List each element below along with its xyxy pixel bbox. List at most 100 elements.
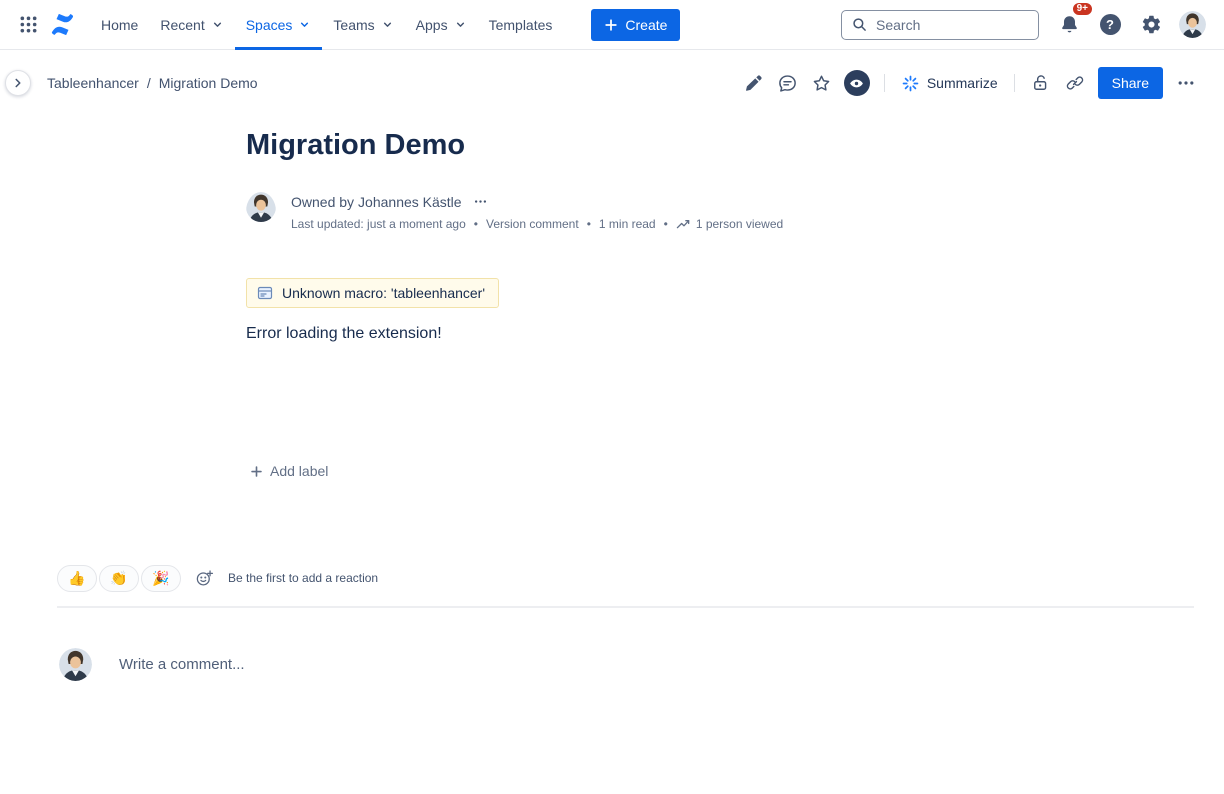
reaction-clap-button[interactable]: 👏 — [99, 565, 139, 592]
meta-dot: • — [587, 217, 591, 231]
nav-item-label: Teams — [333, 17, 374, 33]
nav-item-home[interactable]: Home — [90, 0, 149, 50]
star-icon — [811, 73, 832, 94]
party-popper-emoji: 🎉 — [152, 570, 169, 587]
people-viewed-link[interactable]: 1 person viewed — [696, 217, 783, 231]
sparkle-icon — [901, 74, 920, 93]
page-title: Migration Demo — [246, 127, 1008, 163]
page-header-bar: Tableenhancer / Migration Demo — [0, 61, 1224, 105]
read-time-text: 1 min read — [599, 217, 656, 231]
owned-by-label: Owned by — [291, 194, 354, 210]
app-grid-icon — [19, 15, 38, 34]
page-actions: Summarize Share — [738, 67, 1202, 99]
extension-error-text: Error loading the extension! — [246, 325, 1008, 343]
restrictions-button[interactable] — [1025, 67, 1057, 99]
nav-item-label: Templates — [489, 17, 553, 33]
help-icon: ? — [1100, 14, 1121, 35]
unknown-macro-placeholder: Unknown macro: 'tableenhancer' — [246, 278, 499, 308]
star-button[interactable] — [806, 67, 838, 99]
top-navigation: Home Recent Spaces Teams Apps Templates … — [0, 0, 1224, 50]
analytics-trend-icon — [676, 216, 691, 231]
bell-icon — [1059, 14, 1080, 35]
chevron-down-icon — [298, 18, 311, 31]
breadcrumb-separator: / — [147, 75, 151, 91]
notifications-button[interactable]: 9+ — [1053, 9, 1085, 41]
topnav-right-cluster: 9+ ? — [1053, 9, 1208, 41]
more-actions-button[interactable] — [1170, 67, 1202, 99]
byline-meta-line: Last updated: just a moment ago • Versio… — [291, 216, 783, 231]
vertical-divider — [884, 74, 885, 92]
byline-text: Owned by Johannes Kästle Last updated: j… — [291, 192, 783, 231]
nav-item-recent[interactable]: Recent — [149, 0, 234, 50]
comment-avatar — [59, 648, 92, 681]
user-avatar — [1179, 11, 1206, 38]
nav-item-apps[interactable]: Apps — [405, 0, 478, 50]
add-label-button[interactable]: Add label — [246, 461, 332, 481]
breadcrumb-current-page[interactable]: Migration Demo — [159, 75, 258, 91]
ellipsis-icon — [473, 194, 488, 209]
nav-item-label: Apps — [416, 17, 448, 33]
plus-icon — [604, 18, 618, 32]
comment-composer: Write a comment... — [59, 648, 245, 681]
profile-menu-button[interactable] — [1176, 9, 1208, 41]
owner-name: Johannes Kästle — [358, 194, 462, 210]
eye-icon — [848, 75, 865, 92]
nav-item-templates[interactable]: Templates — [478, 0, 564, 50]
app-switcher-button[interactable] — [12, 9, 44, 41]
plus-icon — [250, 465, 263, 478]
primary-nav: Home Recent Spaces Teams Apps Templates — [90, 0, 563, 50]
chevron-right-icon — [11, 76, 25, 90]
watch-button[interactable] — [844, 70, 870, 96]
chevron-down-icon — [211, 18, 224, 31]
add-label-text: Add label — [270, 463, 328, 479]
nav-item-label: Home — [101, 17, 138, 33]
search-input[interactable] — [874, 16, 1028, 34]
notification-badge: 9+ — [1071, 1, 1094, 17]
add-reaction-button[interactable] — [189, 563, 219, 593]
confluence-icon — [49, 11, 76, 38]
sidebar-expand-button[interactable] — [5, 70, 31, 96]
pencil-icon — [743, 73, 764, 94]
thumbs-up-emoji: 👍 — [68, 570, 85, 587]
confluence-logo[interactable] — [46, 9, 78, 41]
summarize-button[interactable]: Summarize — [895, 70, 1004, 97]
page-content: Migration Demo Owned by Johannes Kästle … — [246, 127, 1008, 483]
byline-more-button[interactable] — [471, 192, 490, 211]
reaction-prompt-text: Be the first to add a reaction — [228, 571, 378, 585]
create-button[interactable]: Create — [591, 9, 680, 41]
edit-button[interactable] — [738, 67, 770, 99]
nav-item-label: Recent — [160, 17, 204, 33]
comment-input[interactable]: Write a comment... — [119, 656, 245, 673]
comment-button[interactable] — [772, 67, 804, 99]
last-updated-text: Last updated: just a moment ago — [291, 217, 466, 231]
reactions-bar: 👍 👏 🎉 Be the first to add a reaction — [57, 563, 378, 593]
gear-icon — [1141, 14, 1162, 35]
search-icon — [852, 17, 867, 32]
meta-dot: • — [474, 217, 478, 231]
macro-warning-text: Unknown macro: 'tableenhancer' — [282, 285, 485, 301]
owner-avatar[interactable] — [246, 192, 276, 231]
help-button[interactable]: ? — [1094, 9, 1126, 41]
byline-owner-line: Owned by Johannes Kästle — [291, 192, 783, 211]
version-comment-link[interactable]: Version comment — [486, 217, 579, 231]
emoji-add-icon — [195, 569, 214, 588]
reaction-party-button[interactable]: 🎉 — [141, 565, 181, 592]
search-box[interactable] — [841, 10, 1039, 40]
nav-item-label: Spaces — [246, 17, 293, 33]
summarize-label: Summarize — [927, 75, 998, 91]
nav-item-teams[interactable]: Teams — [322, 0, 404, 50]
chevron-down-icon — [381, 18, 394, 31]
breadcrumb: Tableenhancer / Migration Demo — [47, 75, 258, 91]
vertical-divider — [1014, 74, 1015, 92]
macro-icon — [257, 285, 273, 301]
reaction-thumbs-up-button[interactable]: 👍 — [57, 565, 97, 592]
copy-link-button[interactable] — [1059, 67, 1091, 99]
share-button[interactable]: Share — [1098, 67, 1163, 99]
comment-bubble-icon — [777, 73, 798, 94]
ellipsis-icon — [1176, 73, 1196, 93]
comments-divider — [57, 606, 1194, 608]
breadcrumb-space-link[interactable]: Tableenhancer — [47, 75, 139, 91]
nav-item-spaces[interactable]: Spaces — [235, 0, 323, 50]
create-button-label: Create — [625, 17, 667, 33]
settings-button[interactable] — [1135, 9, 1167, 41]
